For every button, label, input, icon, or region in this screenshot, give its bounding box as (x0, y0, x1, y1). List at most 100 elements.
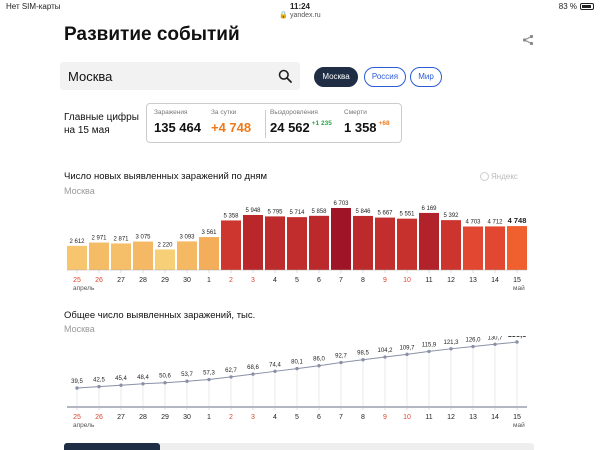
main-figures-label: Главные цифры на 15 мая (64, 111, 144, 137)
bar-0 (67, 245, 87, 270)
stat-deaths-value: 1 358 (344, 120, 377, 135)
bar-5 (177, 241, 197, 270)
daily-chart-region: Москва (64, 186, 95, 196)
bar-value-10: 5 714 (289, 210, 305, 216)
line-value-15: 109,7 (399, 345, 415, 351)
tab-world[interactable]: Мир (410, 67, 442, 87)
bar-19 (485, 226, 505, 270)
line-point-11 (317, 364, 321, 368)
url-text: yandex.ru (289, 12, 321, 19)
line-value-1: 42,5 (93, 378, 105, 384)
line-point-10 (295, 366, 299, 371)
stat-per-day-label: За сутки (211, 109, 237, 116)
line-point-4 (163, 381, 167, 385)
yandex-watermark: Яндекс (480, 172, 518, 182)
line-value-5: 53,7 (181, 372, 193, 378)
bar-17 (441, 220, 461, 270)
bar-day-label-9: 4 (273, 277, 277, 284)
line-day-label-2: 27 (117, 414, 125, 421)
daily-chart-title: Число новых выявленных заражений по дням (64, 171, 268, 182)
bar-day-label-5: 30 (183, 277, 191, 284)
bar-day-label-13: 8 (361, 277, 365, 284)
line-day-label-15: 10 (403, 414, 411, 421)
line-value-9: 74,4 (269, 362, 281, 368)
bar-value-8: 5 948 (245, 208, 261, 214)
bar-day-label-15: 10 (403, 277, 411, 284)
bar-day-label-3: 28 (139, 277, 147, 284)
page-title: Развитие событий (64, 24, 240, 45)
stat-infected: Заражения 135 464 (154, 109, 201, 135)
line-value-18: 126,0 (465, 338, 481, 344)
bar-value-7: 5 358 (223, 213, 239, 219)
line-day-label-16: 11 (425, 414, 432, 421)
line-point-2 (119, 383, 123, 387)
line-day-label-14: 9 (383, 414, 387, 421)
line-day-label-17: 12 (447, 414, 455, 421)
region-search (60, 62, 300, 90)
yandex-watermark-text: Яндекс (491, 172, 518, 181)
bar-15 (397, 218, 417, 270)
line-day-label-6: 1 (207, 414, 211, 421)
line-point-6 (207, 377, 211, 382)
battery-percent: 83 % (558, 2, 577, 11)
line-point-17 (449, 347, 453, 351)
total-chart-title: Общее число выявленных заражений, тыс. (64, 310, 256, 321)
stat-deaths: Смерти 1 358 +68 (344, 109, 390, 135)
line-day-label-3: 28 (139, 414, 147, 421)
bar-8 (243, 214, 263, 270)
bar-13 (353, 215, 373, 270)
line-value-3: 48,4 (137, 375, 149, 381)
line-day-label-0: 25 (73, 414, 81, 421)
stat-deaths-value-row: 1 358 +68 (344, 120, 390, 135)
tab-russia[interactable]: Россия (364, 67, 406, 87)
bar-day-label-11: 6 (317, 277, 321, 284)
bar-value-20: 4 748 (508, 216, 527, 225)
line-day-label-9: 4 (273, 414, 277, 421)
bar-value-9: 5 795 (267, 209, 283, 215)
line-day-label-5: 30 (183, 414, 191, 421)
bar-day-label-6: 1 (207, 277, 211, 284)
stat-recovered-value-row: 24 562 +1 235 (270, 120, 332, 135)
stat-recovered-value: 24 562 (270, 120, 310, 135)
search-icon[interactable] (278, 69, 292, 83)
line-point-20 (515, 340, 519, 344)
bottom-tab-active[interactable] (64, 443, 160, 450)
line-point-1 (97, 384, 101, 389)
line-day-label-12: 7 (339, 414, 343, 421)
line-point-3 (141, 382, 145, 386)
share-icon[interactable] (522, 34, 534, 46)
bar-value-6: 3 561 (201, 230, 217, 236)
line-point-9 (273, 369, 277, 374)
line-day-label-11: 6 (317, 414, 321, 421)
stat-divider (265, 110, 266, 138)
bar-month-label-0: апрель (73, 285, 95, 292)
line-value-12: 92,7 (335, 354, 347, 360)
stat-infected-label: Заражения (154, 109, 188, 116)
bar-day-label-8: 3 (251, 277, 255, 284)
stat-per-day: За сутки +4 748 (211, 109, 251, 135)
bar-4 (155, 249, 175, 270)
stat-deaths-label: Смерти (344, 109, 367, 116)
bar-day-label-18: 13 (469, 277, 477, 284)
line-point-18 (471, 344, 475, 349)
stat-recovered-delta: +1 235 (311, 120, 332, 127)
bar-3 (133, 241, 153, 270)
line-value-7: 62,7 (225, 368, 237, 374)
line-point-7 (229, 375, 233, 379)
line-point-5 (185, 379, 189, 383)
line-point-14 (383, 355, 387, 359)
search-input[interactable] (68, 66, 268, 86)
url-bar[interactable]: 🔒 yandex.ru (0, 11, 600, 19)
battery-icon (580, 3, 594, 10)
line-value-8: 68,6 (247, 365, 259, 371)
bar-value-15: 5 551 (399, 212, 415, 218)
main-figures-panel: Заражения 135 464 За сутки +4 748 Выздор… (146, 103, 402, 143)
line-value-6: 57,3 (203, 371, 215, 377)
bar-6 (199, 237, 219, 270)
bar-12 (331, 208, 351, 270)
tab-moscow[interactable]: Москва (314, 67, 358, 87)
bar-2 (111, 243, 131, 270)
line-day-label-18: 13 (469, 414, 477, 421)
main-figures-date: на 15 мая (64, 125, 110, 136)
bar-value-12: 6 703 (333, 201, 349, 207)
